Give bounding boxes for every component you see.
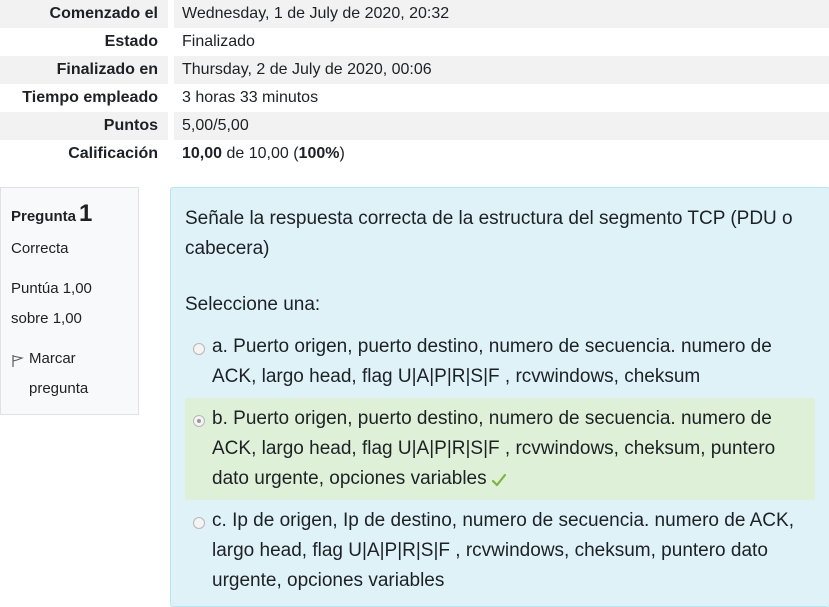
flag-label-line1: Marcar xyxy=(29,350,76,367)
grade-close: ) xyxy=(339,145,345,162)
answer-body: Puerto origen, puerto destino, numero de… xyxy=(212,336,772,387)
radio-button[interactable] xyxy=(193,343,205,355)
answer-option-c[interactable]: c. Ip de origen, Ip de destino, numero d… xyxy=(185,500,815,602)
summary-label: Tiempo empleado xyxy=(22,89,158,106)
radio-button[interactable] xyxy=(193,517,205,529)
summary-row-finished: Finalizado en Thursday, 2 de July de 202… xyxy=(0,56,829,84)
summary-row-grade: Calificación 10,00 de 10,00 (100%) xyxy=(0,140,829,168)
answer-letter: c. xyxy=(212,510,227,531)
question-info-panel: Pregunta 1 Correcta Puntúa 1,00 sobre 1,0… xyxy=(0,187,139,415)
answer-letter: a. xyxy=(212,336,228,357)
question-number: Pregunta 1 xyxy=(11,200,128,228)
flag-icon xyxy=(12,355,24,367)
answer-text: a. Puerto origen, puerto destino, numero… xyxy=(212,332,805,392)
question-state: Correcta xyxy=(11,240,69,257)
summary-row-started: Comenzado el Wednesday, 1 de July de 202… xyxy=(0,0,829,28)
summary-value: Finalizado xyxy=(168,28,829,56)
answer-option-a[interactable]: a. Puerto origen, puerto destino, numero… xyxy=(185,326,815,398)
summary-value: 3 horas 33 minutos xyxy=(168,84,829,112)
question-content: Señale la respuesta correcta de la estru… xyxy=(170,187,829,607)
grade-score: 10,00 xyxy=(182,145,223,162)
question-grade: Puntúa 1,00 sobre 1,00 xyxy=(11,274,128,334)
summary-label: Calificación xyxy=(68,145,158,162)
summary-value: Wednesday, 1 de July de 2020, 20:32 xyxy=(168,0,829,28)
summary-value: 10,00 de 10,00 (100%) xyxy=(168,140,829,168)
answer-text: b. Puerto origen, puerto destino, numero… xyxy=(212,404,805,494)
answer-letter: b. xyxy=(212,408,228,429)
question-grade-line1: Puntúa 1,00 xyxy=(11,280,92,297)
summary-value: Thursday, 2 de July de 2020, 00:06 xyxy=(168,56,829,84)
attempt-summary-table: Comenzado el Wednesday, 1 de July de 202… xyxy=(0,0,829,168)
answer-list: a. Puerto origen, puerto destino, numero… xyxy=(185,326,815,602)
summary-row-points: Puntos 5,00/5,00 xyxy=(0,112,829,140)
summary-label: Estado xyxy=(104,33,158,50)
summary-row-time-taken: Tiempo empleado 3 horas 33 minutos xyxy=(0,84,829,112)
flag-question-button[interactable]: Marcar pregunta xyxy=(11,344,128,404)
check-icon xyxy=(491,473,506,487)
question-text: Señale la respuesta correcta de la estru… xyxy=(185,208,793,259)
answer-prompt: Seleccione una: xyxy=(185,294,321,315)
question-number-value: 1 xyxy=(79,200,93,227)
summary-value: 5,00/5,00 xyxy=(168,112,829,140)
flag-label-line2: pregunta xyxy=(29,380,89,397)
answer-option-b[interactable]: b. Puerto origen, puerto destino, numero… xyxy=(185,398,815,500)
radio-button-selected[interactable] xyxy=(193,415,205,427)
summary-label: Puntos xyxy=(103,117,158,134)
summary-label: Comenzado el xyxy=(49,5,158,22)
summary-row-state: Estado Finalizado xyxy=(0,28,829,56)
summary-label: Finalizado en xyxy=(56,61,158,78)
grade-percent: 100% xyxy=(298,145,340,162)
question-grade-line2: sobre 1,00 xyxy=(11,310,82,327)
question-label: Pregunta xyxy=(11,208,77,225)
grade-of-text: de 10,00 ( xyxy=(222,145,299,162)
answer-text: c. Ip de origen, Ip de destino, numero d… xyxy=(212,506,805,596)
